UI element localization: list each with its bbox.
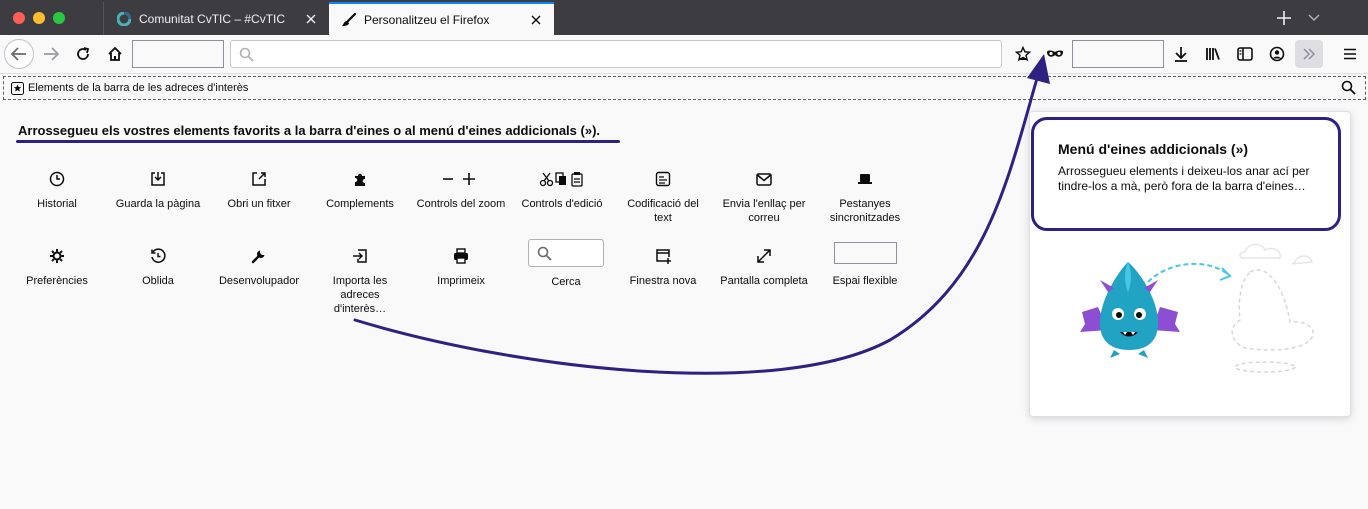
search-widget [528,239,604,267]
palette-item-forget[interactable]: Oblida [107,246,209,288]
palette-item-addons[interactable]: Complements [309,169,411,211]
palette-item-label: Codificació del text [627,198,699,224]
account-icon[interactable] [1263,40,1291,68]
import-icon [309,246,411,266]
palette-item-zoom-controls[interactable]: Controls del zoom [410,169,512,211]
fullscreen-icon [713,246,815,266]
palette-heading: Arrossegueu els vostres elements favorit… [18,123,601,138]
tab-strip: Comunitat CvTIC – #CvTIC Personalitzeu e… [0,0,1368,35]
palette-item-label: Importa les adreces d'interès… [332,275,388,315]
palette-item-import-bookmarks[interactable]: Importa les adreces d'interès… [309,246,411,316]
download-icon[interactable] [1167,40,1195,68]
edit-controls-icon [511,169,613,189]
zoom-controls-icon [410,169,512,189]
palette-item-label: Oblida [142,275,174,287]
home-button[interactable] [101,40,129,68]
palette-item-email-link[interactable]: Envia l'enllaç per correu [713,169,815,225]
palette-item-developer[interactable]: Desenvolupador [208,246,310,288]
navigation-toolbar [0,35,1368,74]
close-tab-icon[interactable] [299,7,323,31]
flexible-space-slot[interactable] [1072,40,1164,68]
puzzle-icon [309,169,411,189]
bookmarks-toolbar[interactable]: Elements de la barra de les adreces d'in… [3,76,1366,100]
palette-item-label: Guarda la pàgina [115,198,201,210]
tab-label: Personalitzeu el Firefox [364,12,490,27]
palette-item-edit-controls[interactable]: Controls d'edició [511,169,613,211]
flexible-space-slot[interactable] [132,40,224,68]
palette-item-new-window[interactable]: Finestra nova [612,246,714,288]
open-file-icon [208,169,310,189]
palette-item-open-file[interactable]: Obri un fitxer [208,169,310,211]
tab-customize[interactable]: Personalitzeu el Firefox [329,2,554,35]
chevron-down-icon[interactable] [1302,6,1326,30]
url-bar[interactable] [230,40,1002,68]
close-window-button[interactable] [13,12,25,24]
zoom-window-button[interactable] [53,12,65,24]
heading-underline-annotation [16,140,620,143]
palette-item-label: Controls d'edició [521,198,603,210]
palette-item-history[interactable]: Historial [6,169,108,211]
palette-item-label: Finestra nova [629,275,697,287]
palette-item-flexible-space[interactable]: Espai flexible [814,242,916,288]
palette-item-save-page[interactable]: Guarda la pàgina [107,169,209,211]
dragon-illustration [1080,243,1314,373]
search-icon [239,47,254,67]
palette-item-preferences[interactable]: Preferències [6,246,108,288]
wrench-icon [208,246,310,266]
palette-item-label: Desenvolupador [218,275,300,287]
palette-item-synced-tabs[interactable]: Pestanyes sincronitzades [814,169,916,225]
palette-item-label: Cerca [551,276,581,288]
palette-item-label: Obri un fitxer [227,198,291,210]
reload-button[interactable] [69,40,97,68]
paintbrush-icon [341,12,357,28]
save-page-icon [107,169,209,189]
palette-item-label: Espai flexible [832,275,898,287]
palette-item-label: Pestanyes sincronitzades [829,198,901,224]
new-tab-icon[interactable] [1272,6,1296,30]
tab-cvtic[interactable]: Comunitat CvTIC – #CvTIC [103,2,329,35]
palette-item-label: Pantalla completa [720,275,808,287]
palette-item-fullscreen[interactable]: Pantalla completa [713,246,815,288]
private-mask-icon[interactable] [1041,40,1069,68]
palette-item-label: Complements [326,198,394,210]
minimize-window-button[interactable] [33,12,45,24]
new-window-icon [612,246,714,266]
close-tab-icon[interactable] [524,8,548,32]
palette-item-print[interactable]: Imprimeix [410,246,512,288]
synced-tabs-icon [814,169,916,189]
clock-icon [6,169,108,189]
overflow-menu-button[interactable] [1295,40,1323,68]
search-icon[interactable] [1341,80,1356,100]
flexible-space-widget [833,242,897,264]
bookmark-star-icon[interactable] [1009,40,1037,68]
forget-icon [107,246,209,266]
gear-icon [6,246,108,266]
bookmarks-toolbar-label: Elements de la barra de les adreces d'in… [28,82,249,94]
cvtic-favicon-icon [116,11,132,27]
bookmarks-star-icon [11,81,24,95]
sidebar-icon[interactable] [1231,40,1259,68]
palette-item-label: Historial [37,198,77,210]
overflow-panel-highlight-annotation [1031,117,1341,231]
palette-item-search[interactable]: Cerca [515,239,617,289]
palette-item-label: Controls del zoom [416,198,506,210]
back-button[interactable] [4,39,34,69]
forward-button[interactable] [37,40,65,68]
palette-item-label: Preferències [26,275,88,287]
text-encoding-icon [612,169,714,189]
printer-icon [410,246,512,266]
hamburger-menu-icon[interactable] [1336,40,1364,68]
palette-item-label: Imprimeix [437,275,485,287]
mail-icon [713,169,815,189]
tab-label: Comunitat CvTIC – #CvTIC [139,11,286,26]
library-icon[interactable] [1199,40,1227,68]
palette-item-text-encoding[interactable]: Codificació del text [612,169,714,225]
palette-item-label: Envia l'enllaç per correu [722,198,806,224]
